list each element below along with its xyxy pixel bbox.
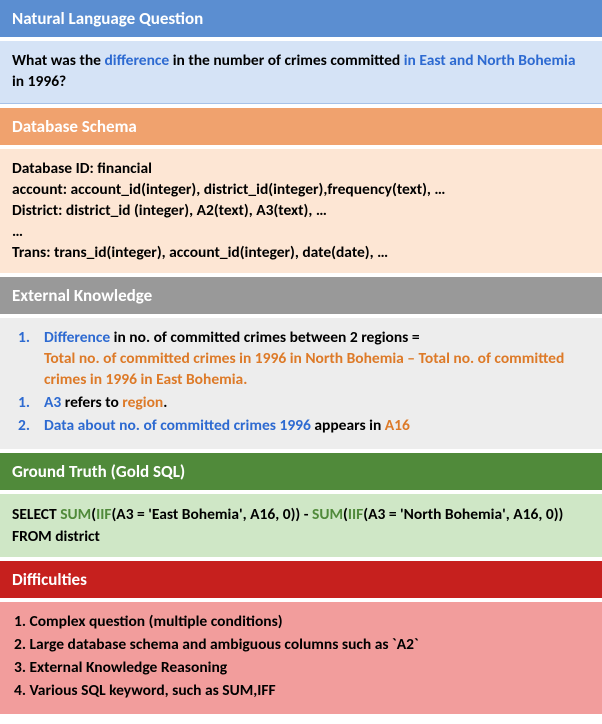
ext3-appears: appears in (311, 416, 385, 435)
schema-line-1: Database ID: financial (12, 159, 590, 180)
nlq-section: Natural Language Question What was the d… (0, 0, 602, 104)
nlq-text-post: in 1996? (12, 72, 66, 91)
diff-item-3: 3. External Knowledge Reasoning (14, 658, 590, 679)
diff-section: Difficulties 1. Complex question (multip… (0, 561, 602, 714)
ext2-dot: . (163, 393, 167, 412)
diff-item-2: 2. Large database schema and ambiguous c… (14, 635, 590, 656)
diff-body: 1. Complex question (multiple conditions… (0, 602, 602, 714)
ext-num-3: 2. (18, 416, 44, 437)
nlq-difference: difference (104, 51, 169, 70)
ext3-data: Data about no. of committed crimes 1996 (44, 416, 311, 435)
ext2-refers: refers to (61, 393, 122, 412)
nlq-text-mid: in the number of crimes committed (169, 51, 404, 70)
ext1-mid: in no. of committed crimes between 2 reg… (110, 328, 419, 347)
ext-list: 1. Difference in no. of committed crimes… (12, 328, 590, 437)
sql-select: SELECT (12, 505, 60, 524)
sql-cond1: (A3 = 'East Bohemia', A16, 0)) - (111, 505, 312, 524)
gt-body: SELECT SUM(IIF(A3 = 'East Bohemia', A16,… (0, 494, 602, 557)
ext-txt-1: Difference in no. of committed crimes be… (44, 328, 590, 391)
sql-iif2: IIF (348, 505, 363, 524)
nlq-body: What was the difference in the number of… (0, 41, 602, 104)
ext-txt-3: Data about no. of committed crimes 1996 … (44, 416, 590, 437)
ext2-a3: A3 (44, 393, 61, 412)
ext-txt-2: A3 refers to region. (44, 393, 590, 414)
diff-item-4: 4. Various SQL keyword, such as SUM,IFF (14, 681, 590, 702)
nlq-text-pre: What was the (12, 51, 104, 70)
ext2-region: region (122, 393, 163, 412)
sql-sum1: SUM (60, 505, 91, 524)
sql-sum2: SUM (312, 505, 343, 524)
schema-header: Database Schema (0, 108, 602, 145)
ext-num-2: 1. (18, 393, 44, 414)
sql-iif1: IIF (96, 505, 111, 524)
nlq-header: Natural Language Question (0, 0, 602, 37)
diff-item-1: 1. Complex question (multiple conditions… (14, 612, 590, 633)
ext1-formula: Total no. of committed crimes in 1996 in… (44, 349, 564, 389)
diff-header: Difficulties (0, 561, 602, 598)
nlq-location: in East and North Bohemia (404, 51, 576, 70)
ext-num-1: 1. (18, 328, 44, 391)
external-section: External Knowledge 1. Difference in no. … (0, 277, 602, 449)
ext-item-1: 1. Difference in no. of committed crimes… (18, 328, 590, 391)
gt-header: Ground Truth (Gold SQL) (0, 453, 602, 490)
ext-header: External Knowledge (0, 277, 602, 314)
schema-line-5: Trans: trans_id(integer), account_id(int… (12, 243, 590, 264)
gt-section: Ground Truth (Gold SQL) SELECT SUM(IIF(A… (0, 453, 602, 557)
ext-body: 1. Difference in no. of committed crimes… (0, 318, 602, 449)
ext3-a16: A16 (385, 416, 410, 435)
schema-line-2: account: account_id(integer), district_i… (12, 180, 590, 201)
schema-line-3: District: district_id (integer), A2(text… (12, 201, 590, 222)
ext-item-3: 2. Data about no. of committed crimes 19… (18, 416, 590, 437)
schema-section: Database Schema Database ID: financial a… (0, 108, 602, 274)
diff-list: 1. Complex question (multiple conditions… (12, 612, 590, 702)
schema-body: Database ID: financial account: account_… (0, 149, 602, 274)
schema-line-4: … (12, 222, 590, 243)
ext-item-2: 1. A3 refers to region. (18, 393, 590, 414)
ext1-difference: Difference (44, 328, 110, 347)
